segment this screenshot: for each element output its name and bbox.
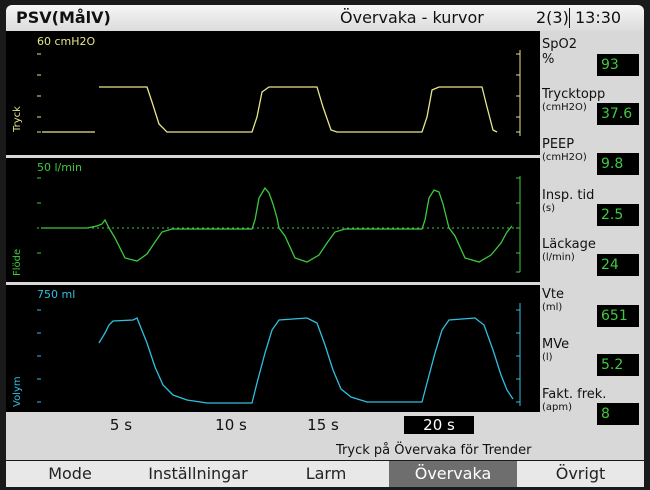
time-tick-15s: 15 s	[307, 416, 339, 434]
volume-panel: 750 ml Volym	[7, 285, 539, 411]
page-indicator: 2(3)	[536, 8, 569, 27]
param-name: MVe	[542, 337, 570, 352]
param-name: Trycktopp	[542, 87, 606, 102]
menu-alarms[interactable]: Larm	[262, 461, 390, 487]
param-unit: (l/min)	[542, 252, 575, 263]
menu-monitor[interactable]: Övervaka	[389, 461, 517, 487]
param-name: Vte	[542, 287, 564, 302]
param-unit: (s)	[542, 203, 556, 214]
param-name: SpO2	[542, 37, 578, 52]
menu-bar: Mode Inställningar Larm Övervaka Övrigt	[6, 461, 644, 487]
time-axis: 5 s 10 s 15 s 20 s	[6, 412, 540, 440]
menu-other[interactable]: Övrigt	[517, 461, 644, 487]
main-area: 60 cmH2O Tryck 50 l/min Flöde 750 ml Vol…	[6, 31, 644, 440]
flow-panel: 50 l/min Flöde	[7, 158, 539, 282]
clock: 13:30	[575, 8, 622, 27]
param-unit: (cmH2O)	[542, 102, 587, 113]
pressure-scale-label: 60 cmH2O	[37, 35, 96, 48]
ventilation-mode: PSV(MålV)	[16, 8, 111, 27]
param-name: Insp. tid	[542, 188, 595, 203]
pressure-waveform	[37, 50, 521, 136]
param-unit: (ml)	[542, 302, 563, 313]
time-tick-current: 20 s	[404, 416, 474, 434]
param-unit: %	[542, 52, 555, 67]
volume-axis-label: Volym	[12, 376, 23, 407]
param-value: 2.5	[597, 204, 639, 226]
param-value: 24	[597, 254, 639, 276]
screen-title: Övervaka - kurvor	[340, 8, 484, 27]
volume-scale-label: 750 ml	[37, 288, 76, 301]
param-unit: (cmH2O)	[542, 152, 587, 163]
param-name: PEEP	[542, 137, 575, 152]
param-value: 5.2	[597, 354, 639, 376]
time-tick-5s: 5 s	[109, 416, 133, 434]
param-value: 37.6	[597, 103, 639, 125]
flow-axis-label: Flöde	[12, 248, 23, 276]
param-name: Läckage	[542, 237, 596, 252]
param-value: 651	[597, 305, 639, 327]
header-divider	[569, 8, 570, 28]
pressure-panel: 60 cmH2O Tryck	[7, 32, 539, 155]
flow-waveform	[37, 176, 521, 273]
ventilator-screen: PSV(MålV) Övervaka - kurvor 2(3) 13:30 6…	[0, 0, 650, 490]
param-value: 93	[597, 54, 639, 76]
param-value: 9.8	[597, 153, 639, 175]
header-bar: PSV(MålV) Övervaka - kurvor 2(3) 13:30	[6, 5, 644, 31]
param-name: Fakt. frek.	[542, 387, 607, 402]
volume-waveform	[37, 303, 521, 406]
param-value: 8	[597, 403, 639, 425]
menu-settings[interactable]: Inställningar	[134, 461, 262, 487]
menu-mode[interactable]: Mode	[6, 461, 134, 487]
waveform-area: 60 cmH2O Tryck 50 l/min Flöde 750 ml Vol…	[6, 31, 540, 440]
hint-bar: Tryck på Övervaka för Trender	[6, 440, 644, 460]
flow-scale-label: 50 l/min	[37, 161, 82, 174]
param-unit: (l)	[542, 352, 553, 363]
pressure-axis-label: Tryck	[12, 106, 23, 132]
param-unit: (apm)	[542, 402, 573, 413]
hint-text: Tryck på Övervaka för Trender	[336, 443, 532, 458]
values-column: SpO2 % 93 Trycktopp (cmH2O) 37.6 PEEP (c…	[540, 31, 644, 440]
time-tick-10s: 10 s	[215, 416, 247, 434]
